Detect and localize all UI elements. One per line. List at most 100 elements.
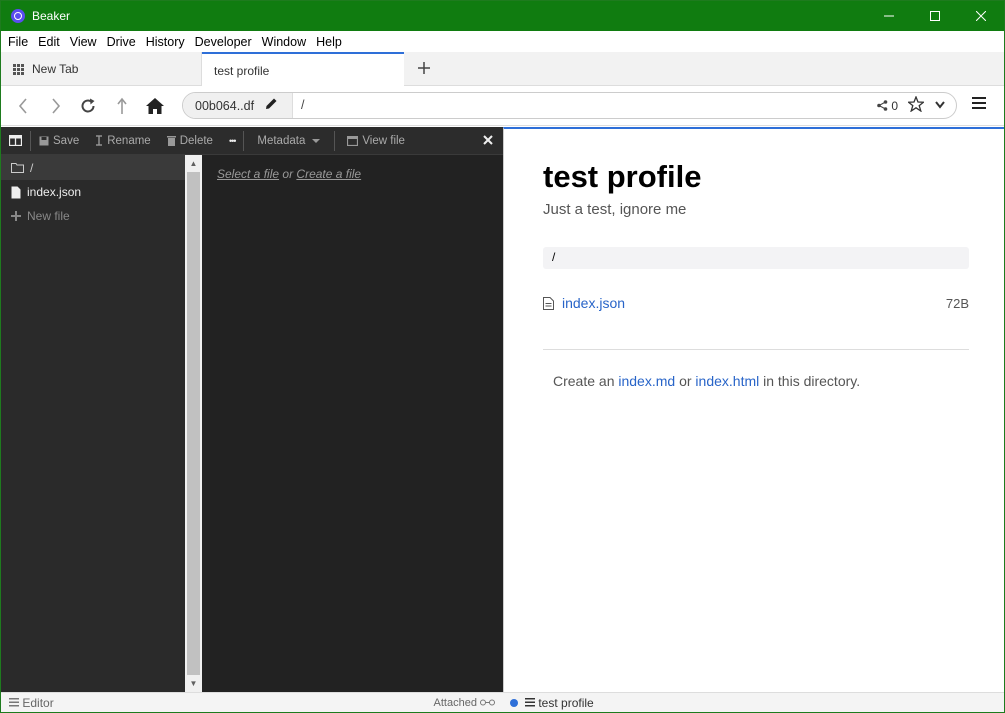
scroll-up-arrow-icon[interactable]: ▲ — [185, 155, 202, 172]
link-icon — [480, 699, 495, 706]
file-tree-scrollbar[interactable]: ▲ ▼ — [185, 155, 202, 692]
editor-content-area: Select a file or Create a file — [202, 155, 503, 692]
url-bar[interactable]: 00b064..df / 0 — [182, 92, 957, 119]
peer-count: 0 — [891, 98, 898, 113]
create-file-link[interactable]: Create a file — [296, 167, 361, 181]
editor-panel: Save Rename Delete ••• Metadata View fil — [1, 127, 503, 692]
home-button[interactable] — [143, 94, 167, 118]
tree-file-label: index.json — [27, 185, 82, 199]
rename-button[interactable]: Rename — [87, 127, 158, 155]
select-file-link[interactable]: Select a file — [217, 167, 279, 181]
pencil-icon[interactable] — [264, 97, 278, 114]
scroll-down-arrow-icon[interactable]: ▼ — [185, 675, 202, 692]
caret-down-icon — [312, 138, 321, 143]
reload-button[interactable] — [76, 94, 100, 118]
beaker-logo-icon — [11, 9, 25, 23]
preview-site-toggle[interactable]: test profile — [525, 696, 594, 710]
more-options-button[interactable]: ••• — [221, 127, 243, 155]
tab-new-tab[interactable]: New Tab — [1, 52, 202, 86]
close-editor-button[interactable] — [483, 132, 493, 148]
hamburger-icon — [9, 698, 19, 707]
tree-file-item[interactable]: index.json — [1, 180, 185, 204]
menu-help[interactable]: Help — [311, 35, 347, 49]
minimize-button[interactable] — [866, 1, 912, 31]
tab-test-profile[interactable]: test profile — [202, 52, 404, 87]
menu-file[interactable]: File — [3, 35, 33, 49]
url-actions: 0 — [877, 93, 946, 118]
directory-file-row[interactable]: index.json 72B — [543, 295, 969, 311]
tab-label: test profile — [214, 63, 270, 78]
metadata-label: Metadata — [257, 134, 306, 147]
delete-button[interactable]: Delete — [159, 127, 221, 155]
file-link[interactable]: index.json — [562, 295, 625, 311]
apps-grid-icon — [13, 63, 24, 75]
delete-label: Delete — [179, 134, 213, 147]
document-icon — [543, 296, 554, 310]
folder-icon — [11, 163, 24, 173]
menubar: File Edit View Drive History Developer W… — [1, 31, 1004, 52]
menu-drive[interactable]: Drive — [102, 35, 141, 49]
attached-label: Attached — [433, 697, 477, 709]
site-origin-button[interactable]: 00b064..df — [183, 93, 293, 118]
window-controls — [866, 1, 1004, 31]
new-file-button[interactable]: New file — [1, 204, 185, 228]
close-window-button[interactable] — [958, 1, 1004, 31]
tree-root-label: / — [30, 160, 34, 175]
directory-path: / — [543, 247, 969, 269]
reload-icon — [81, 98, 95, 113]
tab-label: New Tab — [32, 62, 79, 76]
create-index-md-link[interactable]: index.md — [618, 373, 675, 389]
page-subtitle: Just a test, ignore me — [543, 201, 687, 218]
editor-toolbar: Save Rename Delete ••• Metadata View fil — [1, 127, 503, 155]
tab-bar: New Tab test profile — [1, 52, 1004, 87]
metadata-dropdown[interactable]: Metadata — [244, 127, 328, 155]
create-or: or — [679, 373, 692, 389]
menu-history[interactable]: History — [141, 35, 190, 49]
peers-indicator[interactable]: 0 — [877, 99, 898, 113]
minimize-icon — [884, 15, 894, 17]
browser-menu-button[interactable] — [971, 96, 991, 116]
new-tab-button[interactable] — [414, 57, 434, 79]
hamburger-icon — [972, 97, 986, 109]
tree-root-folder[interactable]: / — [1, 155, 185, 180]
rename-label: Rename — [107, 134, 151, 147]
back-button[interactable] — [11, 94, 35, 118]
hamburger-icon — [525, 698, 535, 707]
status-dot-icon — [510, 699, 518, 707]
create-prefix: Create an — [553, 373, 615, 389]
menu-view[interactable]: View — [65, 35, 102, 49]
navigation-bar: 00b064..df / 0 — [1, 86, 1004, 126]
plus-icon — [418, 62, 430, 74]
view-file-button[interactable]: View file — [335, 127, 413, 155]
save-label: Save — [53, 134, 80, 147]
maximize-button[interactable] — [912, 1, 958, 31]
menu-edit[interactable]: Edit — [33, 35, 65, 49]
text-cursor-icon — [96, 135, 103, 146]
save-button[interactable]: Save — [31, 127, 87, 155]
url-path[interactable]: / — [301, 98, 304, 112]
browser-window: Beaker File Edit View Drive History Deve… — [0, 0, 1005, 713]
menu-window[interactable]: Window — [257, 35, 311, 49]
view-file-label: View file — [362, 134, 405, 147]
create-suffix: in this directory. — [763, 373, 861, 389]
toggle-layout-button[interactable] — [1, 127, 30, 155]
titlebar: Beaker — [1, 1, 1004, 31]
editor-mode-toggle[interactable]: Editor — [9, 696, 54, 710]
columns-icon — [9, 135, 22, 146]
close-icon — [483, 135, 493, 145]
up-directory-button[interactable] — [110, 94, 134, 118]
chevron-down-icon[interactable] — [934, 99, 946, 113]
scrollbar-thumb[interactable] — [187, 172, 200, 675]
file-size: 72B — [945, 295, 969, 311]
file-icon — [11, 186, 21, 198]
site-origin-label: 00b064..df — [195, 98, 255, 113]
menu-developer[interactable]: Developer — [190, 35, 257, 49]
forward-button[interactable] — [44, 94, 68, 118]
close-icon — [976, 11, 986, 21]
bookmark-star-icon[interactable] — [906, 95, 926, 115]
divider — [543, 349, 969, 350]
chevron-left-icon — [18, 98, 27, 114]
attached-toggle[interactable]: Attached — [434, 697, 495, 709]
share-icon — [877, 100, 888, 111]
create-index-html-link[interactable]: index.html — [695, 373, 759, 389]
